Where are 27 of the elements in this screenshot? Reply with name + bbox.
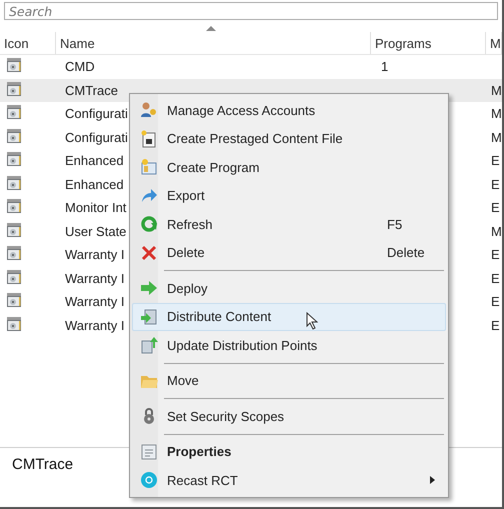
table-cell: CMTrace [65,82,118,98]
table-cell: CMD [65,59,95,74]
table-cell: E [491,294,500,310]
table-cell: Warranty I [65,270,124,286]
table-cell: Configurati [65,130,128,145]
table-cell: E [491,153,500,168]
table-cell: Warranty I [65,294,124,310]
table-cell: E [491,176,500,192]
shortcut-text: F5 [387,216,402,232]
table-cell: E [491,247,500,262]
table-cell: M [491,82,502,98]
table-cell: M [491,224,502,239]
table-cell: User State [65,224,126,239]
table-cell: Enhanced [65,153,124,168]
table-cell: Warranty I [65,247,124,262]
table-cell: Warranty I [65,318,124,333]
table-cell: E [491,318,500,333]
shortcut-text: Delete [387,245,425,260]
table-cell: M [491,130,502,145]
table-cell: Monitor Int [65,200,126,216]
table-cell: 1 [381,59,388,74]
table-cell: Enhanced [65,176,124,192]
table-cell: M [491,106,502,122]
table-cell: Configurati [65,106,128,122]
table-cell: E [491,200,500,216]
table-cell: E [491,270,500,286]
details-title: CMTrace [12,456,74,473]
